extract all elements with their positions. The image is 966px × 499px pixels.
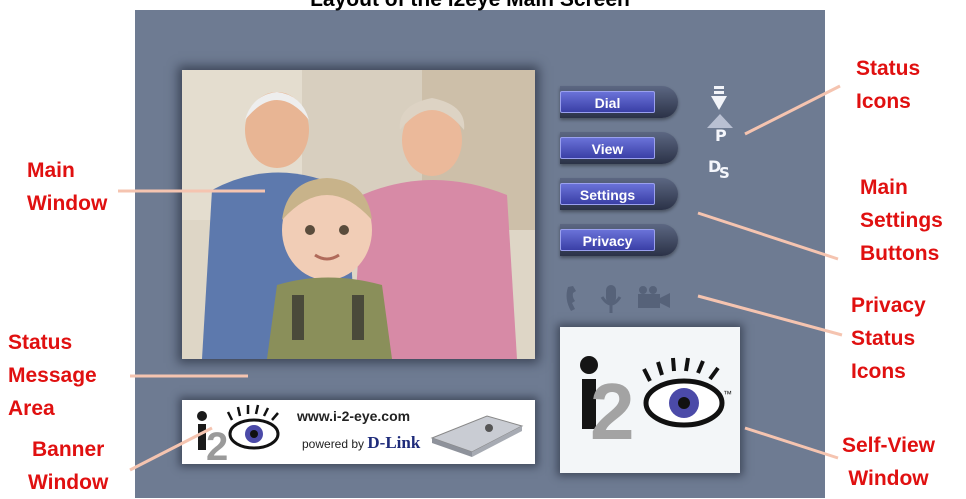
callout-privacy-status-icons: Privacy Status Icons [851, 294, 926, 383]
settings-button[interactable]: Settings [560, 178, 678, 210]
banner-window[interactable]: 2 www.i-2-eye.com powered by D-Link [182, 400, 535, 464]
privacy-button[interactable]: Privacy [560, 224, 678, 256]
i2eye-selfview-logo-icon: 2 [580, 356, 725, 456]
svg-text:2: 2 [206, 425, 228, 462]
priority-p-label: P [715, 126, 727, 145]
callout-main-settings-buttons: Main Settings Buttons [860, 176, 943, 265]
callout-self-view-window: Self-View Window [842, 434, 935, 490]
dial-button-label: Dial [560, 91, 655, 113]
ds-s-label: S [719, 164, 730, 182]
callout-main-window: Main Window [27, 159, 108, 215]
callout-banner-window: Banner Window [28, 438, 109, 494]
settings-button-label: Settings [560, 183, 655, 205]
microphone-icon [600, 285, 622, 320]
powered-by-text: powered by [302, 437, 365, 451]
phone-icon [563, 285, 585, 318]
view-button-label: View [560, 137, 655, 159]
priority-p-icon: P [706, 114, 734, 148]
trademark-symbol: ™ [723, 389, 732, 399]
dlink-logo: D-Link [367, 433, 421, 452]
main-video-image [182, 70, 535, 359]
device-image-icon [430, 415, 524, 457]
video-camera-icon [636, 285, 672, 316]
view-button[interactable]: View [560, 132, 678, 164]
self-view-window[interactable]: 2 ™ [560, 327, 740, 473]
dial-button[interactable]: Dial [560, 86, 678, 118]
callout-status-message-area: Status Message Area [8, 331, 97, 420]
banner-url[interactable]: www.i-2-eye.com [297, 408, 410, 424]
banner-powered-by: powered by D-Link [302, 433, 420, 453]
svg-text:2: 2 [590, 367, 635, 456]
status-message-area [182, 368, 535, 388]
privacy-button-label: Privacy [560, 229, 655, 251]
main-window[interactable] [182, 70, 535, 359]
callout-status-icons: Status Icons [856, 57, 921, 113]
page-title: Layout of the i2eye Main Screen [250, 0, 690, 12]
download-arrow-icon [708, 86, 730, 116]
i2eye-logo-icon: 2 [197, 404, 280, 462]
